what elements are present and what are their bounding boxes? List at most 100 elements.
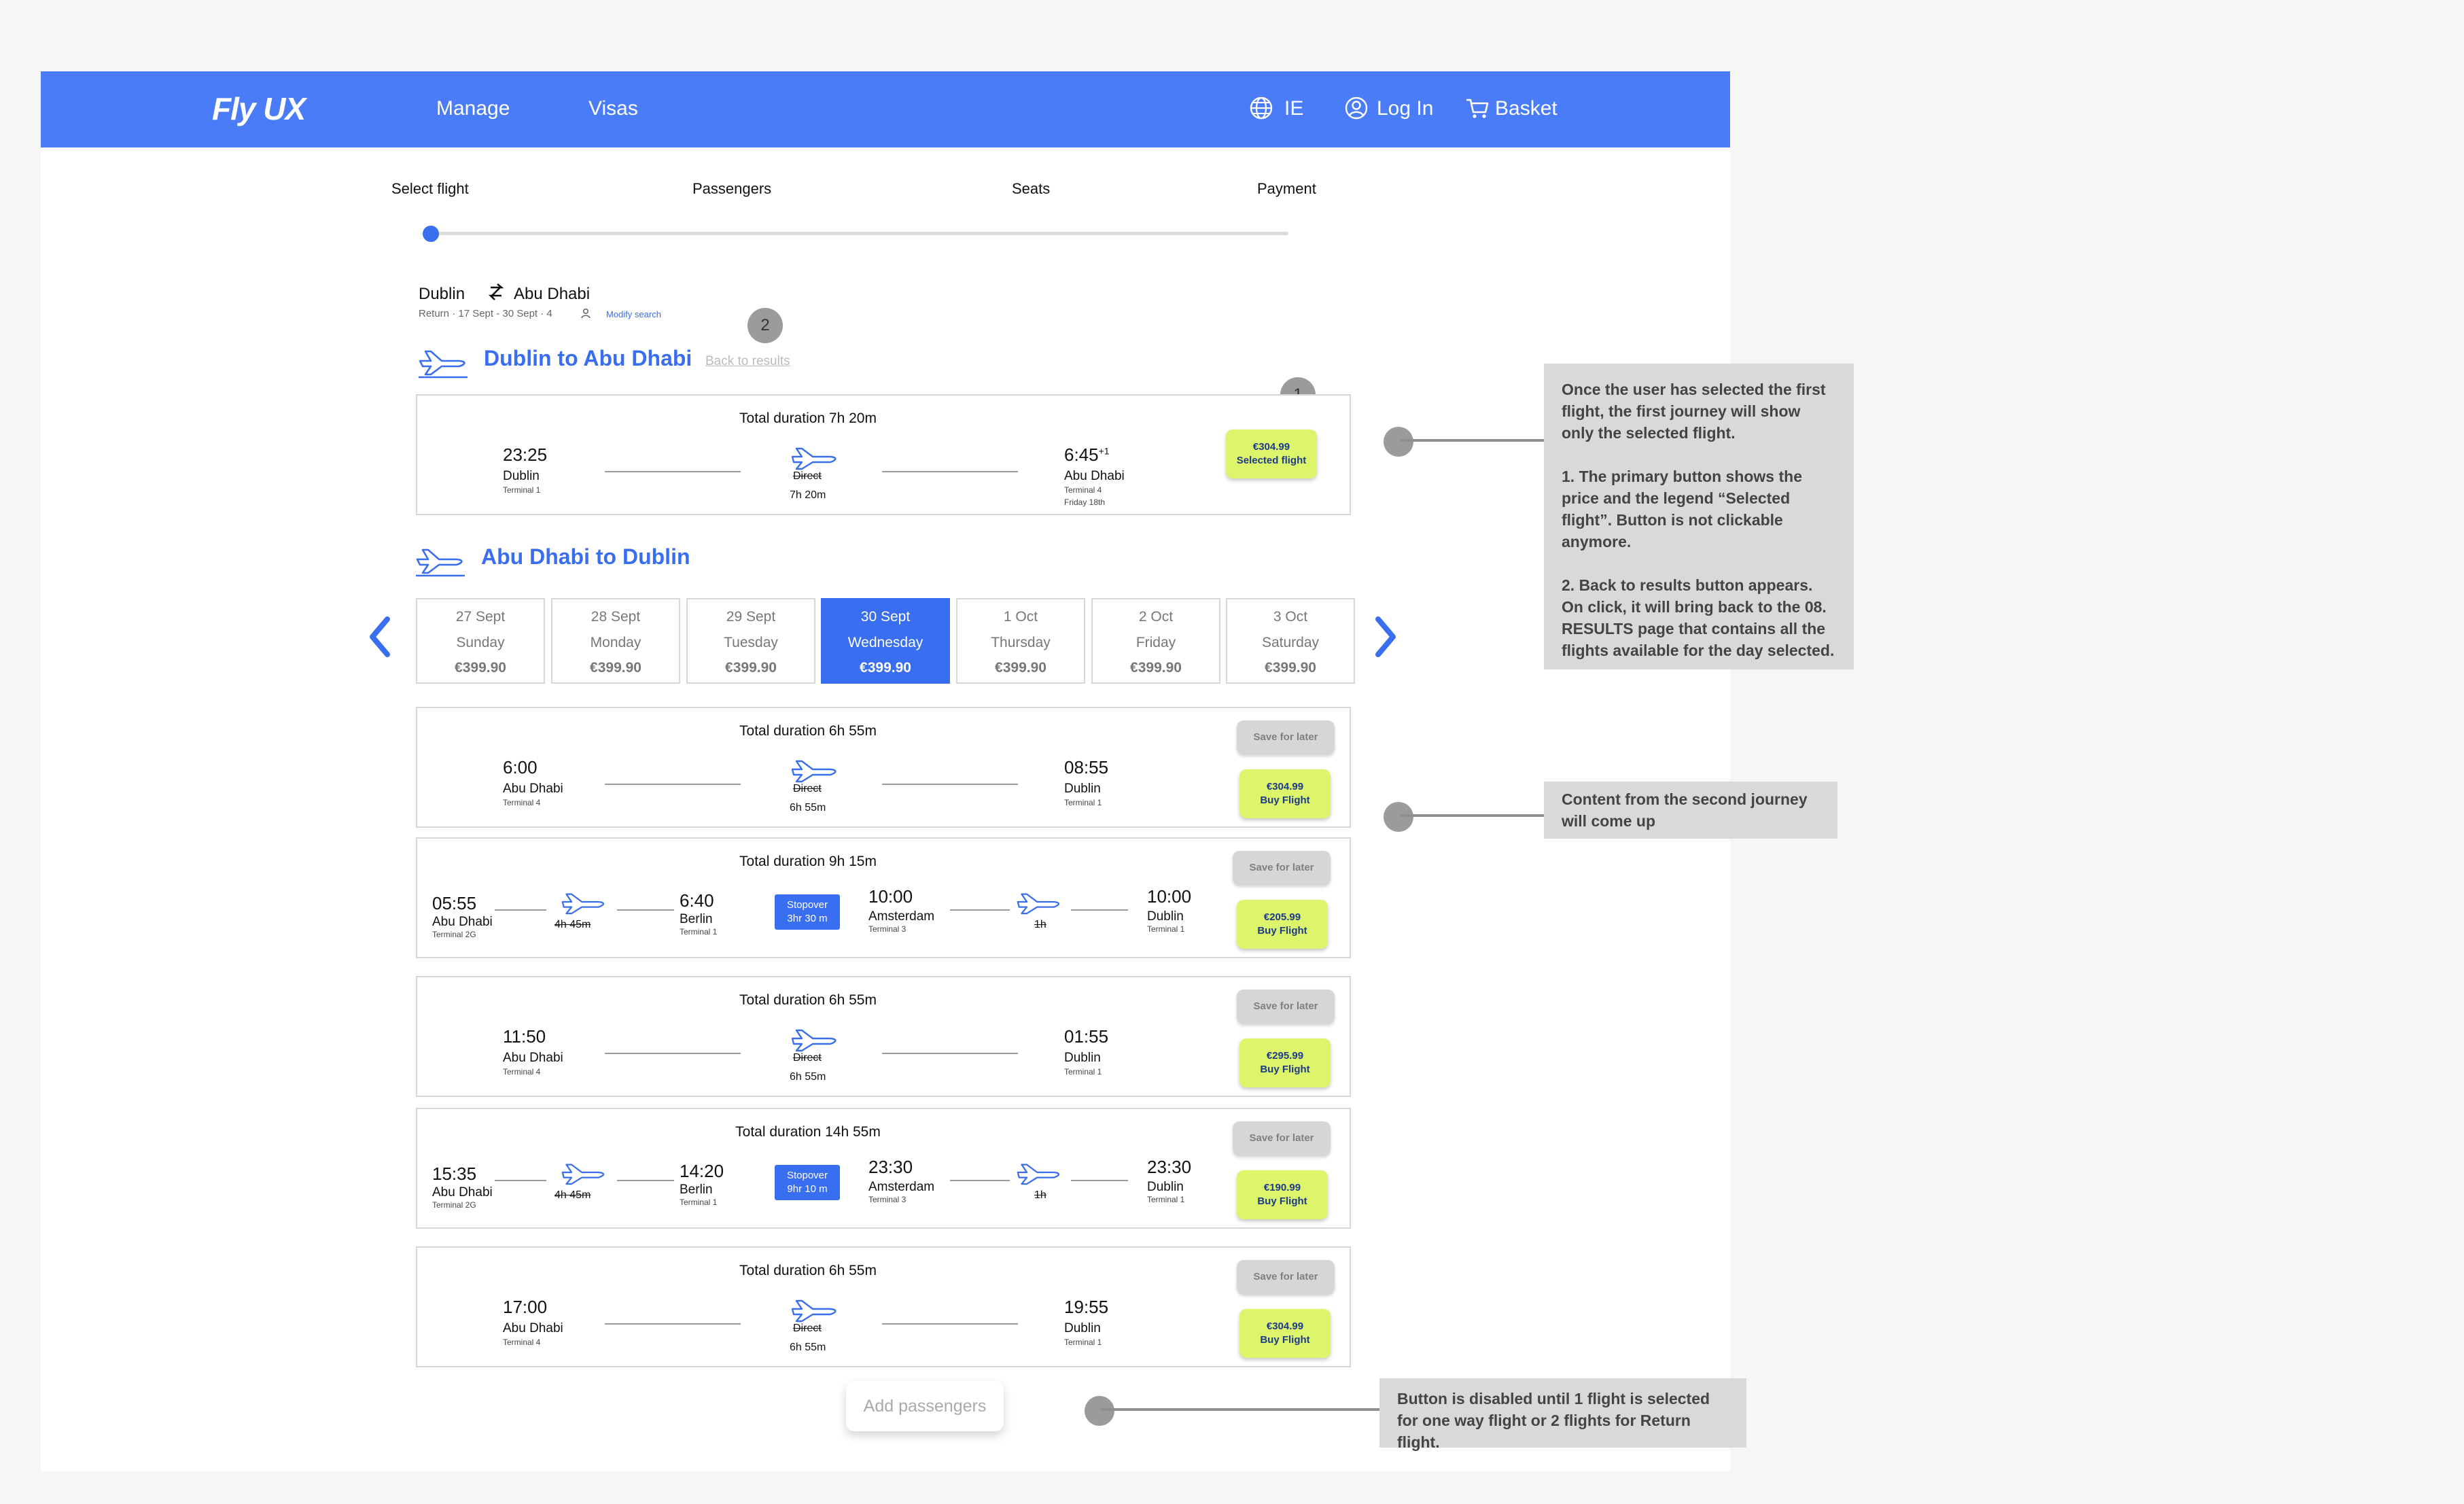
arrival-time: 23:30 xyxy=(1147,1157,1192,1177)
connection-terminal: Terminal 3 xyxy=(868,1195,907,1204)
arrival-terminal: Terminal 1 xyxy=(1064,1337,1102,1347)
direct-label: Direct xyxy=(793,1052,822,1064)
buy-flight-button[interactable]: €190.99 Buy Flight xyxy=(1237,1170,1328,1219)
annotation-badge-2: 2 xyxy=(747,308,783,343)
annotation-note-2: Content from the second journey will com… xyxy=(1544,782,1837,839)
arrival-time-value: 6:45 xyxy=(1064,444,1099,465)
date-tab-day: Wednesday xyxy=(847,635,923,650)
departure-plane-icon xyxy=(419,350,468,379)
plane-icon xyxy=(1015,889,1066,918)
search-details: Return · 17 Sept - 30 Sept · 4 xyxy=(419,308,552,319)
search-destination: Abu Dhabi xyxy=(514,285,591,303)
route-line xyxy=(882,1053,1018,1054)
flight-duration: 6h 55m xyxy=(790,1071,826,1083)
layover-city: Berlin xyxy=(680,1183,713,1197)
date-tab-date: 30 Sept xyxy=(860,609,911,625)
nav-link-visas[interactable]: Visas xyxy=(588,97,638,120)
departure-city: Abu Dhabi xyxy=(432,1185,493,1200)
save-for-later-button[interactable]: Save for later xyxy=(1237,720,1335,754)
departure-time: 15:35 xyxy=(432,1164,477,1184)
logo[interactable]: Fly UX xyxy=(212,90,306,127)
date-tab[interactable]: 2 Oct Friday €399.90 xyxy=(1091,598,1220,684)
user-icon[interactable] xyxy=(1344,96,1369,120)
plane-icon xyxy=(560,889,610,918)
connection-city: Amsterdam xyxy=(868,909,935,924)
chevron-left-icon[interactable] xyxy=(367,615,394,659)
booking-page: Fly UX Manage Visas IE Log In Basket Sel… xyxy=(41,71,1730,1471)
leg-duration: 4h 45m xyxy=(555,1189,591,1201)
flight-price: €295.99 xyxy=(1266,1050,1304,1062)
departure-terminal: Terminal 1 xyxy=(503,485,541,495)
date-tab[interactable]: 3 Oct Saturday €399.90 xyxy=(1226,598,1355,684)
date-tab[interactable]: 28 Sept Monday €399.90 xyxy=(551,598,680,684)
progress-indicator xyxy=(423,226,439,242)
login-link[interactable]: Log In xyxy=(1377,97,1433,120)
leg-duration: 1h xyxy=(1034,1189,1046,1201)
route-line xyxy=(605,1323,741,1325)
save-for-later-button[interactable]: Save for later xyxy=(1233,1121,1331,1155)
basket-icon[interactable] xyxy=(1465,96,1490,120)
modify-search-link[interactable]: Modify search xyxy=(606,309,661,319)
date-tab[interactable]: 29 Sept Tuesday €399.90 xyxy=(686,598,815,684)
arrival-city: Dublin xyxy=(1147,909,1184,924)
globe-icon[interactable] xyxy=(1249,96,1273,120)
outbound-title: Dublin to Abu Dhabi xyxy=(484,346,692,370)
route-line xyxy=(495,1180,546,1181)
route-line xyxy=(605,1053,741,1054)
stopover-label: Stopover xyxy=(786,1170,828,1181)
departure-city: Abu Dhabi xyxy=(503,782,563,796)
total-duration: Total duration 6h 55m xyxy=(739,723,877,739)
save-for-later-button[interactable]: Save for later xyxy=(1237,1260,1335,1294)
canvas: Fly UX Manage Visas IE Log In Basket Sel… xyxy=(0,0,2464,1504)
arrival-city: Dublin xyxy=(1064,782,1101,796)
flight-card: Total duration 6h 55m 17:00 Abu Dhabi Termi… xyxy=(416,1246,1351,1367)
annotation-connector-3 xyxy=(1101,1408,1379,1411)
date-tab-price: €399.90 xyxy=(860,660,911,676)
step-payment: Payment xyxy=(1257,180,1316,197)
nav-link-manage[interactable]: Manage xyxy=(436,97,510,120)
departure-time: 11:50 xyxy=(503,1026,546,1047)
swap-arrows-icon xyxy=(488,283,504,300)
arrival-terminal: Terminal 1 xyxy=(1147,1195,1185,1204)
stopover-duration: 3hr 30 m xyxy=(787,913,828,924)
plane-icon xyxy=(1015,1159,1066,1189)
add-passengers-button[interactable]: Add passengers xyxy=(846,1381,1004,1431)
save-for-later-button[interactable]: Save for later xyxy=(1237,990,1335,1024)
departure-city: Abu Dhabi xyxy=(432,915,493,929)
annotation-connector-1 xyxy=(1400,439,1544,442)
date-tab[interactable]: 30 Sept Wednesday €399.90 xyxy=(821,598,950,684)
layover-arrival-time: 6:40 xyxy=(680,890,714,911)
passenger-icon xyxy=(581,308,591,319)
buy-flight-button[interactable]: €205.99 Buy Flight xyxy=(1237,900,1328,949)
buy-flight-button[interactable]: €295.99 Buy Flight xyxy=(1239,1038,1331,1087)
date-tab-day: Tuesday xyxy=(724,635,778,650)
flight-card: Total duration 6h 55m 11:50 Abu Dhabi Termi… xyxy=(416,976,1351,1097)
buy-flight-label: Buy Flight xyxy=(1260,1064,1310,1075)
save-for-later-button[interactable]: Save for later xyxy=(1233,851,1331,885)
route-line xyxy=(882,784,1018,785)
chevron-right-icon[interactable] xyxy=(1371,615,1398,659)
date-tab-day: Friday xyxy=(1136,635,1176,650)
selected-flight-label: Selected flight xyxy=(1236,455,1307,466)
route-line xyxy=(605,471,741,472)
date-tab-price: €399.90 xyxy=(725,660,777,676)
region-selector[interactable]: IE xyxy=(1284,97,1303,120)
total-duration: Total duration 6h 55m xyxy=(739,1263,877,1278)
route-line xyxy=(950,909,1010,911)
departure-time: 17:00 xyxy=(503,1297,548,1317)
annotation-note-1: Once the user has selected the first fli… xyxy=(1544,364,1854,669)
departure-terminal: Terminal 4 xyxy=(503,1337,541,1347)
departure-time: 05:55 xyxy=(432,893,477,913)
basket-link[interactable]: Basket xyxy=(1495,97,1557,120)
date-tab[interactable]: 1 Oct Thursday €399.90 xyxy=(956,598,1085,684)
date-tab-date: 1 Oct xyxy=(1003,609,1038,625)
buy-flight-button[interactable]: €304.99 Buy Flight xyxy=(1239,1309,1331,1358)
arrival-time: 08:55 xyxy=(1064,757,1109,777)
back-to-results-link[interactable]: Back to results xyxy=(705,354,790,369)
buy-flight-button[interactable]: €304.99 Buy Flight xyxy=(1239,769,1331,818)
leg-duration: 4h 45m xyxy=(555,919,591,930)
date-tab[interactable]: 27 Sept Sunday €399.90 xyxy=(416,598,545,684)
departure-terminal: Terminal 2G xyxy=(432,930,476,939)
date-tab-date: 29 Sept xyxy=(726,609,776,625)
flight-duration: 6h 55m xyxy=(790,1342,826,1353)
